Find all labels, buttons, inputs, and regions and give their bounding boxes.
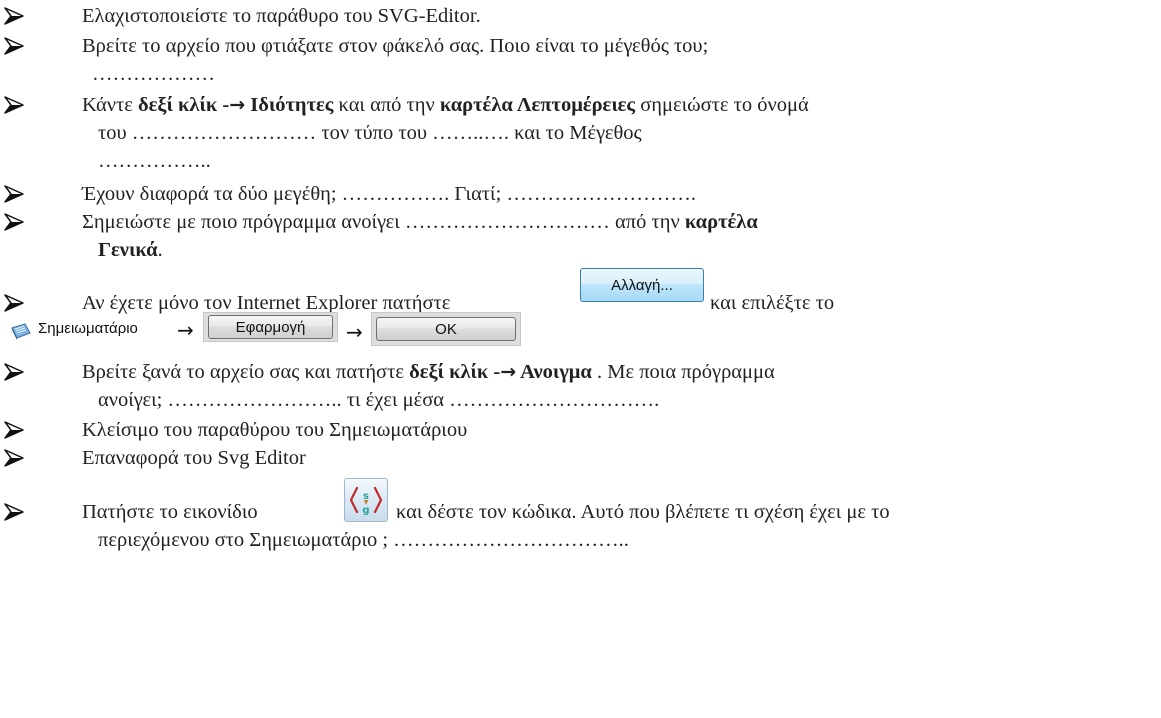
notepad-icon (10, 322, 32, 340)
arrowhead-bullet-icon (2, 182, 26, 206)
notepad-label: Σημειωματάριο (38, 320, 138, 337)
step-text: Σημειώστε με ποιο πρόγραμμα ανοίγει …………… (82, 211, 758, 233)
arrowhead-bullet-icon (2, 4, 26, 28)
arrowhead-bullet-icon (2, 446, 26, 470)
ok-button[interactable]: OK (376, 317, 516, 341)
step-text: Κλείσιμο του παραθύρου του Σημειωματάριο… (82, 419, 468, 441)
step-text: Κάντε δεξί κλίκ -→ Ιδιότητες και από την… (82, 94, 809, 116)
step-text: Ελαχιστοποιείστε το παράθυρο του SVG-Edi… (82, 5, 481, 27)
ok-button-frame: OK (371, 312, 521, 346)
answer-blank: ……………… (92, 63, 215, 85)
arrowhead-bullet-icon (2, 210, 26, 234)
right-arrow-icon: → (500, 361, 517, 383)
arrowhead-bullet-icon (2, 291, 26, 315)
apply-button-frame: Εφαρμογή (203, 312, 338, 342)
arrowhead-bullet-icon (2, 500, 26, 524)
step-text-cont: περιεχόμενου στο Σημειωματάριο ; …………………… (98, 529, 629, 551)
flow-arrow-icon: → (177, 318, 194, 342)
change-button[interactable]: Αλλαγή... (580, 268, 704, 302)
arrowhead-bullet-icon (2, 93, 26, 117)
step-text: και επιλέξτε το (710, 292, 835, 314)
arrowhead-bullet-icon (2, 34, 26, 58)
right-arrow-icon: → (229, 94, 246, 116)
step-text: Βρείτε το αρχείο που φτιάξατε στον φάκελ… (82, 35, 709, 57)
step-text: Βρείτε ξανά το αρχείο σας και πατήστε δε… (82, 361, 775, 383)
svg-code-icon: s ▼ g (345, 479, 387, 521)
flow-arrow-icon: → (346, 320, 363, 344)
svg-text:g: g (362, 505, 369, 516)
step-text: Επαναφορά του Svg Editor (82, 447, 306, 469)
step-text: και δέστε τον κώδικα. Αυτό που βλέπετε τ… (396, 501, 890, 523)
step-text: Πατήστε το εικονίδιο (82, 501, 258, 523)
step-text-cont: Γενικά. (98, 239, 163, 261)
step-text-cont: ανοίγει; …………………….. τι έχει μέσα …………………… (98, 389, 660, 411)
step-text-cont: του ……………………… τον τύπο του ……..…. και το… (98, 122, 642, 144)
arrowhead-bullet-icon (2, 360, 26, 384)
step-text: Έχουν διαφορά τα δύο μεγέθη; ……………. Γιατ… (82, 183, 697, 205)
arrowhead-bullet-icon (2, 418, 26, 442)
answer-blank: …………….. (98, 150, 211, 172)
svg-code-button[interactable]: s ▼ g (344, 478, 388, 522)
apply-button[interactable]: Εφαρμογή (208, 315, 333, 339)
